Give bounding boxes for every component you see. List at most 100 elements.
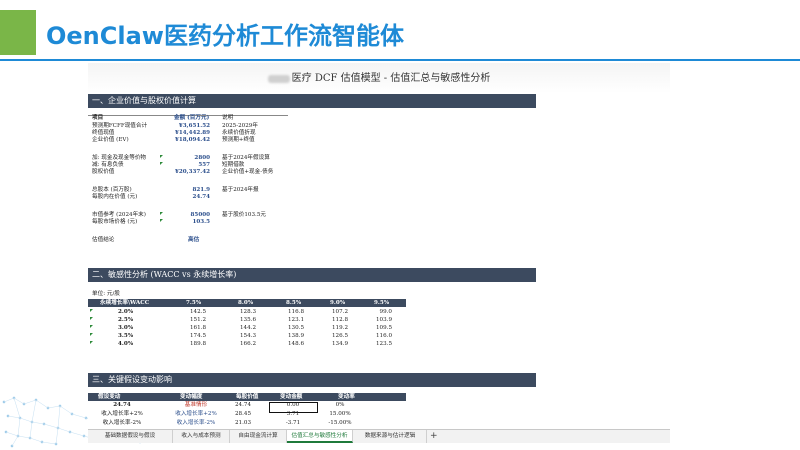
sensitivity-corner-label: 永续增长率\WACC — [100, 300, 150, 306]
sensitivity-cell: 116.8 — [287, 309, 304, 315]
sensitivity-row-label: 3.0% — [118, 325, 134, 331]
input-cell-marker — [90, 333, 93, 336]
valuation-row-value: ¥14,442.89 — [174, 130, 210, 136]
section3-header: 三、关键假设变动影响 — [88, 373, 536, 387]
tab-basic-assumptions[interactable]: 基础数据假设与假设 — [88, 430, 173, 443]
sensitivity-cell: 161.8 — [189, 325, 206, 331]
sensitivity-cell: 174.5 — [189, 333, 206, 339]
valuation-row-note: 基于2024年报 — [222, 187, 259, 193]
valuation-row-value: ¥20,337.42 — [174, 169, 210, 175]
sensitivity-cell: 103.9 — [375, 317, 392, 323]
assumption-cell: 基准情形 — [184, 402, 208, 408]
valuation-row-note: 2025-2029年 — [222, 123, 258, 129]
assumption-cell: 0% — [335, 402, 345, 408]
valuation-row-value: 103.5 — [192, 219, 210, 225]
valuation-row-value: 24.74 — [192, 194, 210, 200]
sensitivity-col-header: 7.5% — [186, 300, 202, 306]
section2-header: 二、敏感性分析 (WACC vs 永续增长率) — [88, 268, 536, 282]
input-cell-marker — [90, 309, 93, 312]
sensitivity-cell: 112.8 — [331, 317, 348, 323]
sensitivity-cell: 116.0 — [375, 333, 392, 339]
spreadsheet-screenshot: 医疗 DCF 估值模型 - 估值汇总与敏感性分析 一、企业价值与股权价值计算 项… — [88, 63, 670, 443]
valuation-row-label: 股权价值 — [92, 169, 115, 175]
sensitivity-row-label: 2.0% — [118, 309, 134, 315]
sensitivity-row-label: 3.5% — [118, 333, 134, 339]
sensitivity-col-header: 9.5% — [374, 300, 390, 306]
valuation-row-note: 永续价值折现 — [222, 130, 256, 136]
valuation-row-note: 短期借款 — [222, 162, 245, 168]
input-cell-marker — [160, 162, 163, 165]
valuation-row-note: 基于股价103.5元 — [222, 212, 266, 218]
input-cell-marker — [90, 341, 93, 344]
input-cell-marker — [90, 325, 93, 328]
input-cell-marker — [160, 155, 163, 158]
assumption-col-header: 每股价值 — [236, 394, 259, 400]
sensitivity-unit: 单位: 元/股 — [92, 291, 120, 297]
input-cell-marker — [160, 219, 163, 222]
valuation-row-value: 2800 — [194, 155, 210, 161]
valuation-conclusion: 高估 — [188, 237, 200, 243]
valuation-row-label: 总股本 (百万股) — [92, 187, 132, 193]
assumption-cell: 收入增长率-2% — [176, 420, 216, 426]
valuation-row-note: 企业价值+现金-债务 — [222, 169, 274, 175]
sensitivity-cell: 123.5 — [375, 341, 392, 347]
sensitivity-col-header: 8.5% — [286, 300, 302, 306]
valuation-row-value: 557 — [198, 162, 210, 168]
assumption-col-header: 变动幅度 — [180, 394, 203, 400]
sensitivity-cell: 134.9 — [331, 341, 348, 347]
sensitivity-table-header: 永续增长率\WACC 7.5% 8.0% 8.5% 9.0% 9.5% — [88, 299, 406, 307]
assumption-cell: 21.03 — [234, 420, 251, 426]
valuation-row-label: 减: 有息负债 — [92, 162, 124, 168]
sensitivity-cell: 128.3 — [239, 309, 256, 315]
assumption-cell: 28.45 — [234, 411, 251, 417]
sensitivity-cell: 142.5 — [189, 309, 206, 315]
sensitivity-cell: 107.2 — [331, 309, 348, 315]
valuation-row-value: ¥18,094.42 — [174, 137, 210, 143]
valuation-row-note: 预测期+终值 — [222, 137, 255, 143]
sensitivity-cell: 151.2 — [189, 317, 206, 323]
assumption-cell: 0.00 — [286, 402, 300, 408]
sheet-title-text: 医疗 DCF 估值模型 - 估值汇总与敏感性分析 — [291, 73, 491, 84]
assumption-col-header: 变动金额 — [280, 394, 303, 400]
input-cell-marker — [160, 212, 163, 215]
valuation-row-note: 基于2024年假设算 — [222, 155, 270, 161]
assumption-cell: 3.71 — [286, 411, 300, 417]
assumption-cell: -15.00% — [328, 420, 352, 426]
assumption-cell: 24.74 — [113, 402, 131, 408]
assumption-cell: 24.74 — [234, 402, 251, 408]
valuation-row-value: 85000 — [190, 212, 210, 218]
sensitivity-col-header: 8.0% — [238, 300, 254, 306]
valuation-row-value: ¥3,651.52 — [178, 123, 210, 129]
sensitivity-cell: 154.3 — [239, 333, 256, 339]
col-note-header: 说明 — [222, 115, 234, 121]
assumption-cell: 收入增长率+2% — [101, 411, 143, 417]
sensitivity-cell: 138.9 — [287, 333, 304, 339]
title-divider — [0, 59, 800, 61]
valuation-row-label: 市值参考 (2024年末) — [92, 212, 146, 218]
tab-data-sources[interactable]: 数据来源与估计逻辑 — [354, 430, 427, 443]
input-cell-marker — [90, 317, 93, 320]
assumption-col-header: 变动率 — [338, 394, 355, 400]
valuation-row-label: 每股内在价值 (元) — [92, 194, 138, 200]
sensitivity-cell: 189.8 — [189, 341, 206, 347]
sensitivity-cell: 123.1 — [287, 317, 304, 323]
sheet-tab-bar: 基础数据假设与假设 收入与成本预测 自由现金流计算 估值汇总与敏感性分析 数据来… — [88, 429, 670, 443]
tab-fcf[interactable]: 自由现金流计算 — [230, 430, 287, 443]
sensitivity-cell: 99.0 — [379, 309, 392, 315]
valuation-row-label: 预测期FCFF现值合计 — [92, 123, 148, 129]
tab-revenue-cost[interactable]: 收入与成本预测 — [173, 430, 230, 443]
valuation-row-value: 821.9 — [192, 187, 210, 193]
sensitivity-row-label: 4.0% — [118, 341, 134, 347]
sensitivity-col-header: 9.0% — [330, 300, 346, 306]
sensitivity-cell: 126.5 — [331, 333, 348, 339]
section1-header: 一、企业价值与股权价值计算 — [88, 94, 536, 108]
valuation-row-label: 每股市场价格 (元) — [92, 219, 138, 225]
sensitivity-cell: 119.2 — [331, 325, 348, 331]
add-sheet-button[interactable]: + — [430, 430, 438, 443]
redacted-company-name — [267, 74, 290, 83]
tab-valuation-sensitivity[interactable]: 估值汇总与敏感性分析 — [287, 430, 353, 443]
sensitivity-cell: 166.2 — [239, 341, 256, 347]
sensitivity-row-label: 2.5% — [118, 317, 134, 323]
assumption-cell: 收入增长率-2% — [102, 420, 142, 426]
assumption-col-header: 假设变动 — [98, 394, 121, 400]
